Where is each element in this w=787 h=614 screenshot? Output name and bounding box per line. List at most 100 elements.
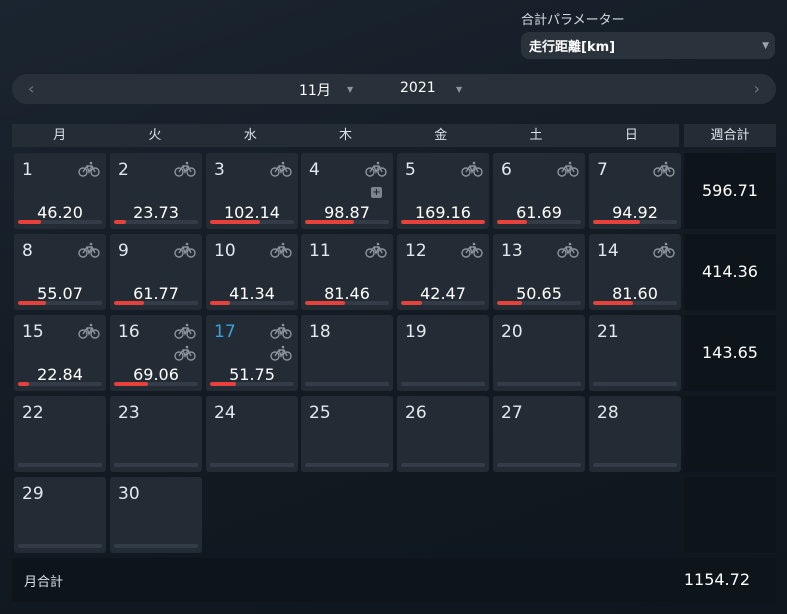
month-total-row: 月合計 1154.72	[12, 558, 776, 602]
day-number: 22	[22, 403, 44, 423]
bicycle-icon[interactable]	[78, 161, 100, 177]
distance-progress-bar	[305, 463, 389, 467]
distance-progress-fill	[114, 220, 126, 224]
day-cell[interactable]: 29	[14, 477, 106, 553]
day-cell[interactable]: 13 50.65	[493, 234, 585, 310]
week-total-value: 143.65	[684, 315, 776, 391]
day-cell[interactable]: 9 61.77	[110, 234, 202, 310]
year-select[interactable]: 2021	[400, 80, 436, 96]
day-cell[interactable]: 26	[397, 396, 489, 472]
day-number: 13	[501, 241, 523, 261]
day-number: 27	[501, 403, 523, 423]
distance-progress-bar	[18, 220, 102, 224]
day-cell[interactable]: 11 81.46	[301, 234, 393, 310]
distance-progress-fill	[593, 301, 634, 305]
parameter-label: 合計パラメーター	[521, 13, 625, 28]
month-select[interactable]: 11月	[299, 80, 331, 100]
day-number: 1	[22, 160, 33, 180]
chevron-down-icon[interactable]: ▼	[347, 85, 353, 94]
day-number: 9	[118, 241, 129, 261]
day-number: 16	[118, 322, 140, 342]
weekday-label: 木	[338, 128, 352, 143]
distance-progress-fill	[305, 301, 346, 305]
plus-icon[interactable]: +	[371, 187, 382, 198]
day-cell[interactable]: 28	[589, 396, 681, 472]
weekday-label: 月	[53, 128, 67, 143]
day-number: 5	[405, 160, 416, 180]
distance-progress-bar	[114, 463, 198, 467]
day-cell[interactable]: 2 23.73	[110, 153, 202, 229]
day-cell[interactable]: 15 22.84	[14, 315, 106, 391]
day-cell[interactable]: 19	[397, 315, 489, 391]
distance-progress-bar	[497, 382, 581, 386]
distance-progress-bar	[114, 301, 198, 305]
distance-progress-fill	[18, 382, 29, 386]
bicycle-icon[interactable]	[270, 242, 292, 258]
week-total-header: 週合計	[684, 124, 776, 147]
bicycle-icon[interactable]	[174, 242, 196, 258]
day-cell[interactable]: 30	[110, 477, 202, 553]
week-total-value	[684, 477, 776, 553]
day-cell[interactable]: 12 42.47	[397, 234, 489, 310]
day-cell[interactable]: 27	[493, 396, 585, 472]
day-cell[interactable]: 8 55.07	[14, 234, 106, 310]
bicycle-icon[interactable]	[461, 242, 483, 258]
day-cell[interactable]: 10 41.34	[206, 234, 298, 310]
day-cell[interactable]: 5 169.16	[397, 153, 489, 229]
distance-progress-fill	[210, 220, 261, 224]
distance-progress-bar	[210, 463, 294, 467]
bicycle-icon[interactable]	[557, 242, 579, 258]
bicycle-icon[interactable]	[270, 345, 292, 361]
month-total-value: 1154.72	[683, 570, 750, 589]
bicycle-icon[interactable]	[365, 161, 387, 177]
bicycle-icon[interactable]	[270, 161, 292, 177]
day-cell[interactable]: 24	[206, 396, 298, 472]
distance-progress-fill	[210, 301, 231, 305]
chevron-down-icon[interactable]: ▼	[456, 85, 462, 94]
bicycle-icon[interactable]	[365, 242, 387, 258]
chevron-right-icon[interactable]: ›	[754, 79, 760, 98]
distance-progress-bar	[401, 463, 485, 467]
day-cell[interactable]: 14 81.60	[589, 234, 681, 310]
day-cell[interactable]: 1 46.20	[14, 153, 106, 229]
chevron-down-icon: ▼	[762, 41, 769, 51]
day-cell[interactable]: 16 69.06	[110, 315, 202, 391]
day-number: 29	[22, 484, 44, 504]
day-number: 30	[118, 484, 140, 504]
distance-progress-fill	[210, 382, 237, 386]
distance-progress-fill	[114, 301, 145, 305]
bicycle-icon[interactable]	[557, 161, 579, 177]
parameter-select[interactable]: 走行距離[km] ▼	[521, 32, 775, 59]
day-cell[interactable]: 6 61.69	[493, 153, 585, 229]
bicycle-icon[interactable]	[78, 323, 100, 339]
distance-progress-fill	[114, 382, 149, 386]
bicycle-icon[interactable]	[653, 161, 675, 177]
day-number: 14	[597, 241, 619, 261]
week-total-value: 596.71	[684, 153, 776, 229]
bicycle-icon[interactable]	[653, 242, 675, 258]
day-cell[interactable]: 4 +98.87	[301, 153, 393, 229]
bicycle-icon[interactable]	[270, 323, 292, 339]
distance-progress-bar	[18, 544, 102, 548]
bicycle-icon[interactable]	[174, 345, 196, 361]
bicycle-icon[interactable]	[78, 242, 100, 258]
distance-progress-bar	[18, 301, 102, 305]
weekday-label: 土	[529, 128, 543, 143]
day-cell[interactable]: 25	[301, 396, 393, 472]
chevron-left-icon[interactable]: ‹	[28, 79, 34, 98]
day-cell[interactable]: 21	[589, 315, 681, 391]
day-cell[interactable]: 3 102.14	[206, 153, 298, 229]
distance-progress-bar	[305, 382, 389, 386]
day-cell[interactable]: 22	[14, 396, 106, 472]
bicycle-icon[interactable]	[461, 161, 483, 177]
day-number: 8	[22, 241, 33, 261]
day-cell[interactable]: 17 51.75	[206, 315, 298, 391]
bicycle-icon[interactable]	[174, 323, 196, 339]
distance-progress-fill	[401, 301, 422, 305]
day-cell[interactable]: 23	[110, 396, 202, 472]
day-cell[interactable]: 7 94.92	[589, 153, 681, 229]
day-cell[interactable]: 20	[493, 315, 585, 391]
day-number: 7	[597, 160, 608, 180]
bicycle-icon[interactable]	[174, 161, 196, 177]
day-cell[interactable]: 18	[301, 315, 393, 391]
